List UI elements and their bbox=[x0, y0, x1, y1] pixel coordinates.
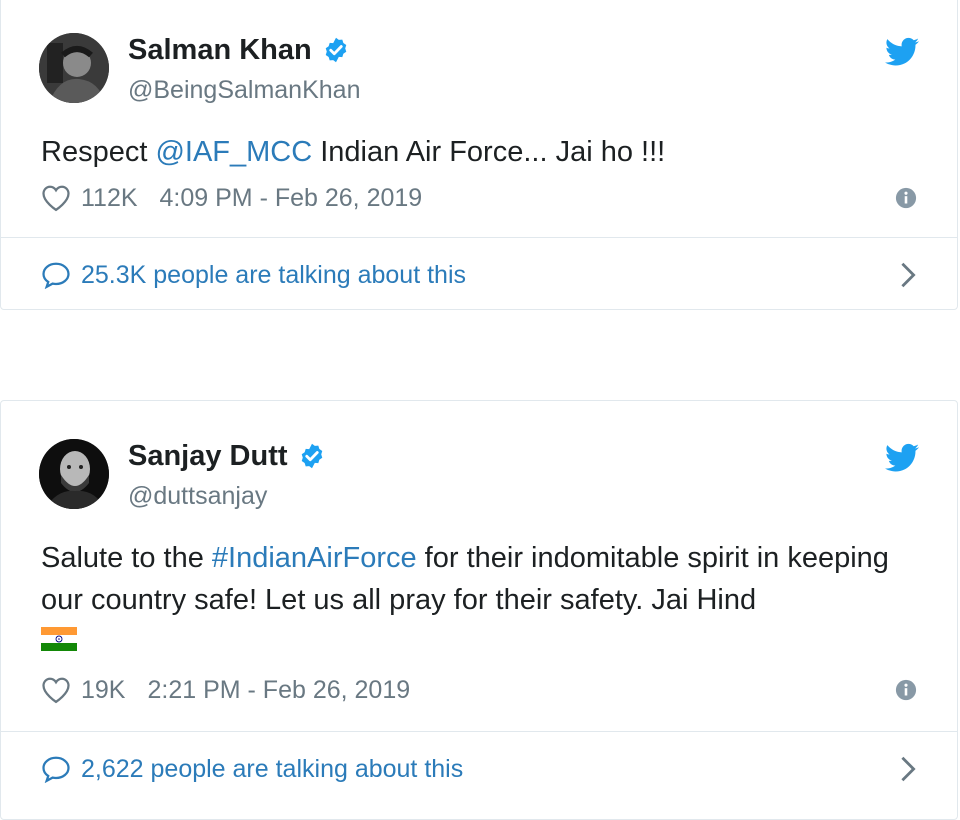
conversation-count: 2,622 people are talking about this bbox=[81, 754, 464, 783]
name-row: Sanjay Dutt bbox=[128, 439, 326, 473]
speech-bubble-icon bbox=[42, 756, 70, 783]
tweet-card-sanjay-dutt[interactable]: Sanjay Dutt @duttsanjay Salute to the #I… bbox=[0, 400, 958, 820]
tweet-text-after: Indian Air Force... Jai ho !!! bbox=[312, 136, 666, 168]
conversation-link[interactable]: 2,622 people are talking about this bbox=[41, 751, 917, 787]
verified-badge-icon bbox=[301, 443, 322, 469]
tweet-meta: 112K 4:09 PM - Feb 26, 2019 bbox=[41, 181, 917, 215]
display-name[interactable]: Sanjay Dutt bbox=[128, 439, 288, 473]
info-icon[interactable] bbox=[895, 187, 917, 209]
speech-bubble-icon bbox=[42, 262, 70, 289]
tweet-text-before: Salute to the bbox=[41, 542, 212, 574]
tweet-card-salman-khan[interactable]: Salman Khan @BeingSalmanKhan Respect @IA… bbox=[0, 0, 958, 310]
conversation-count: 25.3K people are talking about this bbox=[81, 260, 466, 289]
tweet-text: Salute to the #IndianAirForce for their … bbox=[41, 537, 917, 651]
like-count[interactable]: 19K bbox=[81, 676, 125, 705]
tweet-meta: 19K 2:21 PM - Feb 26, 2019 bbox=[41, 673, 917, 707]
user-handle[interactable]: @duttsanjay bbox=[128, 481, 267, 511]
divider bbox=[1, 237, 957, 238]
user-handle[interactable]: @BeingSalmanKhan bbox=[128, 75, 360, 105]
tweet-text-before: Respect bbox=[41, 136, 156, 168]
chevron-right-icon bbox=[901, 756, 916, 782]
mention-link[interactable]: @IAF_MCC bbox=[155, 136, 312, 168]
india-flag-icon bbox=[41, 627, 77, 651]
display-name[interactable]: Salman Khan bbox=[128, 33, 312, 67]
avatar[interactable] bbox=[39, 439, 109, 509]
divider bbox=[1, 731, 957, 732]
chevron-right-icon bbox=[901, 262, 916, 288]
heart-icon[interactable] bbox=[41, 184, 71, 212]
hashtag-link[interactable]: #IndianAirForce bbox=[212, 542, 417, 574]
tweet-header: Salman Khan @BeingSalmanKhan bbox=[1, 0, 957, 113]
tweet-timestamp[interactable]: 2:21 PM - Feb 26, 2019 bbox=[147, 676, 410, 705]
like-count[interactable]: 112K bbox=[81, 184, 138, 213]
verified-badge-icon bbox=[325, 37, 346, 63]
twitter-bird-icon[interactable] bbox=[885, 443, 919, 473]
name-row: Salman Khan bbox=[128, 33, 350, 67]
heart-icon[interactable] bbox=[41, 676, 71, 704]
tweet-text: Respect @IAF_MCC Indian Air Force... Jai… bbox=[41, 131, 917, 173]
conversation-link[interactable]: 25.3K people are talking about this bbox=[41, 257, 917, 293]
twitter-bird-icon[interactable] bbox=[885, 37, 919, 67]
tweet-timestamp[interactable]: 4:09 PM - Feb 26, 2019 bbox=[160, 184, 423, 213]
avatar[interactable] bbox=[39, 33, 109, 103]
info-icon[interactable] bbox=[895, 679, 917, 701]
tweet-header: Sanjay Dutt @duttsanjay bbox=[1, 401, 957, 519]
